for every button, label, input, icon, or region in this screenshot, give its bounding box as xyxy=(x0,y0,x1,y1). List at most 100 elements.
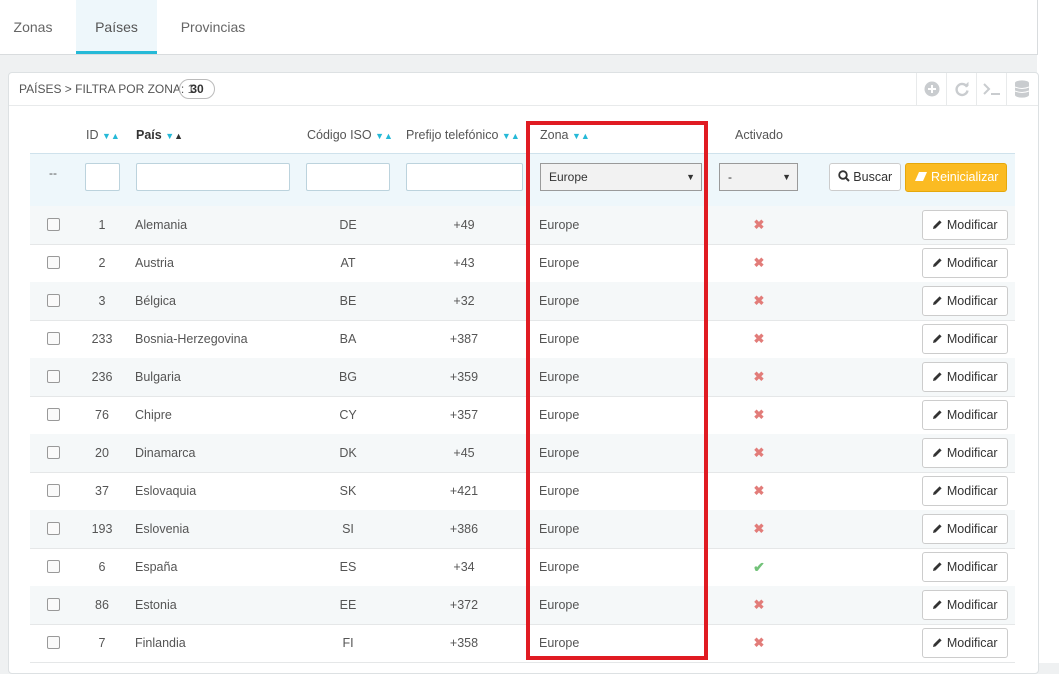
row-checkbox[interactable] xyxy=(47,332,60,345)
status-disabled-icon[interactable]: ✖ xyxy=(750,472,768,510)
table-row[interactable]: 37 Eslovaquia SK +421 Europe ✖ Modificar xyxy=(30,472,1015,511)
col-country-label: País xyxy=(136,128,162,142)
table-row[interactable]: 233 Bosnia-Herzegovina BA +387 Europe ✖ Modif… xyxy=(30,320,1015,359)
table-row[interactable]: 6 España ES +34 Europe ✔ Modificar xyxy=(30,548,1015,587)
col-header-iso[interactable]: Código ISO ▼▲ xyxy=(307,128,393,142)
tab-zonas[interactable]: Zonas xyxy=(0,0,66,54)
table-row[interactable]: 76 Chipre CY +357 Europe ✖ Modificar xyxy=(30,396,1015,435)
status-disabled-icon[interactable]: ✖ xyxy=(750,358,768,396)
cell-id: 2 xyxy=(98,256,106,270)
row-checkbox[interactable] xyxy=(47,484,60,497)
col-header-phone[interactable]: Prefijo telefónico ▼▲ xyxy=(406,128,520,142)
row-checkbox[interactable] xyxy=(47,370,60,383)
col-header-zone[interactable]: Zona ▼▲ xyxy=(540,128,590,142)
status-disabled-icon[interactable]: ✖ xyxy=(750,206,768,244)
tab-bar: Zonas Países Provincias xyxy=(0,0,1038,55)
table-row[interactable]: 86 Estonia EE +372 Europe ✖ Modificar xyxy=(30,586,1015,625)
refresh-icon[interactable] xyxy=(946,73,977,105)
table-row[interactable]: 236 Bulgaria BG +359 Europe ✖ Modificar xyxy=(30,358,1015,397)
cell-id: 20 xyxy=(95,446,109,460)
cell-country: España xyxy=(135,560,178,574)
edit-button[interactable]: Modificar xyxy=(922,514,1008,544)
edit-button[interactable]: Modificar xyxy=(922,248,1008,278)
sort-phone-icon[interactable]: ▼▲ xyxy=(502,131,520,141)
chevron-down-icon: ▼ xyxy=(782,172,791,182)
reset-button[interactable]: Reinicializar xyxy=(905,163,1007,192)
filter-phone-input[interactable] xyxy=(406,163,523,191)
add-icon[interactable] xyxy=(916,73,947,105)
cell-iso: ES xyxy=(339,560,357,574)
sort-zone-icon[interactable]: ▼▲ xyxy=(572,131,590,141)
row-checkbox[interactable] xyxy=(47,522,60,535)
table-row[interactable]: 2 Austria AT +43 Europe ✖ Modificar xyxy=(30,244,1015,283)
status-disabled-icon[interactable]: ✖ xyxy=(750,434,768,472)
terminal-icon[interactable] xyxy=(976,73,1007,105)
edit-button[interactable]: Modificar xyxy=(922,438,1008,468)
status-disabled-icon[interactable]: ✖ xyxy=(750,320,768,358)
pencil-icon xyxy=(933,296,942,305)
cell-country: Eslovenia xyxy=(135,522,190,536)
cell-id: 233 xyxy=(91,332,113,346)
cell-iso: CY xyxy=(339,408,357,422)
col-header-country[interactable]: País ▼▲ xyxy=(136,128,183,142)
row-checkbox[interactable] xyxy=(47,598,60,611)
row-checkbox[interactable] xyxy=(47,560,60,573)
row-checkbox[interactable] xyxy=(47,294,60,307)
database-icon[interactable] xyxy=(1006,73,1037,105)
cell-zone: Europe xyxy=(539,294,580,308)
col-iso-label: Código ISO xyxy=(307,128,372,142)
right-gutter xyxy=(1037,0,1059,663)
cell-iso: FI xyxy=(342,636,354,650)
edit-button-label: Modificar xyxy=(946,332,998,346)
status-disabled-icon[interactable]: ✖ xyxy=(750,510,768,548)
status-disabled-icon[interactable]: ✖ xyxy=(750,244,768,282)
edit-button-label: Modificar xyxy=(946,408,998,422)
status-disabled-icon[interactable]: ✖ xyxy=(750,624,768,662)
filter-iso-input[interactable] xyxy=(306,163,390,191)
cell-id: 3 xyxy=(98,294,106,308)
edit-button-label: Modificar xyxy=(946,218,998,232)
cell-country: Chipre xyxy=(135,408,172,422)
pencil-icon xyxy=(933,638,942,647)
row-checkbox[interactable] xyxy=(47,446,60,459)
row-checkbox[interactable] xyxy=(47,218,60,231)
search-button[interactable]: Buscar xyxy=(829,163,901,191)
row-checkbox[interactable] xyxy=(47,408,60,421)
row-checkbox[interactable] xyxy=(47,256,60,269)
cell-iso: SI xyxy=(342,522,354,536)
filter-zone-select[interactable]: Europe ▼ xyxy=(540,163,702,191)
col-id-label: ID xyxy=(86,128,99,142)
table-row[interactable]: 1 Alemania DE +49 Europe ✖ Modificar xyxy=(30,206,1015,245)
table-row[interactable]: 193 Eslovenia SI +386 Europe ✖ Modificar xyxy=(30,510,1015,549)
status-disabled-icon[interactable]: ✖ xyxy=(750,396,768,434)
sort-country-icon[interactable]: ▼▲ xyxy=(165,131,183,141)
edit-button[interactable]: Modificar xyxy=(922,210,1008,240)
filter-id-input[interactable] xyxy=(85,163,120,191)
table-row[interactable]: 20 Dinamarca DK +45 Europe ✖ Modificar xyxy=(30,434,1015,473)
table-row[interactable]: 3 Bélgica BE +32 Europe ✖ Modificar xyxy=(30,282,1015,321)
edit-button[interactable]: Modificar xyxy=(922,362,1008,392)
edit-button[interactable]: Modificar xyxy=(922,476,1008,506)
panel-title: PAÍSES > FILTRA POR ZONA: 1 xyxy=(19,82,195,96)
tab-paises[interactable]: Países xyxy=(76,0,157,54)
status-enabled-icon[interactable]: ✔ xyxy=(750,548,768,586)
edit-button[interactable]: Modificar xyxy=(922,400,1008,430)
edit-button[interactable]: Modificar xyxy=(922,628,1008,658)
edit-button[interactable]: Modificar xyxy=(922,286,1008,316)
tab-provincias[interactable]: Provincias xyxy=(167,0,259,54)
filter-active-select[interactable]: - ▼ xyxy=(719,163,798,191)
cell-id: 6 xyxy=(98,560,106,574)
cell-iso: BG xyxy=(338,370,358,384)
status-disabled-icon[interactable]: ✖ xyxy=(750,586,768,624)
edit-button[interactable]: Modificar xyxy=(922,590,1008,620)
cell-zone: Europe xyxy=(539,598,580,612)
filter-country-input[interactable] xyxy=(136,163,290,191)
status-disabled-icon[interactable]: ✖ xyxy=(750,282,768,320)
col-header-id[interactable]: ID ▼▲ xyxy=(86,128,120,142)
edit-button[interactable]: Modificar xyxy=(922,552,1008,582)
table-row[interactable]: 7 Finlandia FI +358 Europe ✖ Modificar xyxy=(30,624,1015,663)
edit-button[interactable]: Modificar xyxy=(922,324,1008,354)
row-checkbox[interactable] xyxy=(47,636,60,649)
sort-id-icon[interactable]: ▼▲ xyxy=(102,131,120,141)
sort-iso-icon[interactable]: ▼▲ xyxy=(375,131,393,141)
